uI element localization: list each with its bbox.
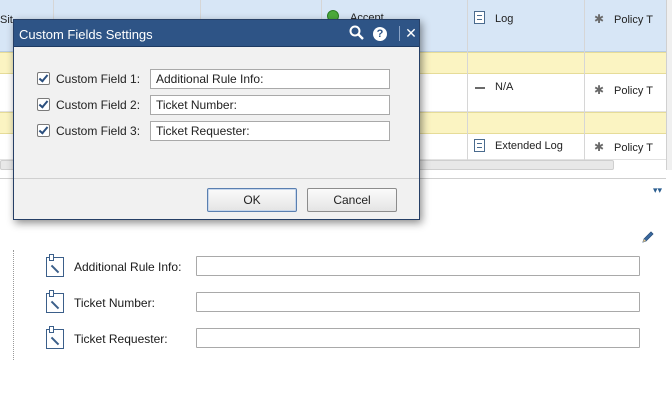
notepad-icon (46, 326, 64, 349)
check-icon (38, 98, 49, 109)
custom-field-1-label: Custom Field 1: (56, 72, 141, 86)
table-cell-installed-on: Policy T (614, 14, 653, 26)
custom-field-row: Additional Rule Info: (46, 254, 646, 280)
custom-field-row: Ticket Requester: (46, 326, 646, 352)
custom-field-setting-row: Custom Field 3: Ticket Requester: (37, 121, 397, 143)
check-icon (38, 72, 49, 83)
title-separator (399, 26, 400, 41)
table-cell-site: Sit (0, 14, 13, 26)
table-cell-installed-on: Policy T (614, 142, 653, 154)
tree-guide-line (13, 250, 14, 360)
search-icon[interactable] (348, 24, 366, 42)
custom-field-label: Ticket Requester: (74, 332, 168, 346)
ticket-number-input[interactable] (196, 292, 640, 312)
vertical-scrollbar[interactable] (666, 0, 672, 170)
additional-rule-info-input[interactable] (196, 256, 640, 276)
custom-field-2-label: Custom Field 2: (56, 98, 141, 112)
column-divider (584, 0, 585, 160)
collapse-icon[interactable]: ▾▾ (653, 185, 662, 196)
any-icon: ✱ (594, 12, 605, 26)
table-cell-installed-on: Policy T (614, 85, 653, 97)
custom-field-setting-row: Custom Field 2: Ticket Number: (37, 95, 397, 117)
custom-fields-pane: Additional Rule Info: Ticket Number: Tic… (0, 220, 666, 414)
column-divider (467, 0, 468, 160)
custom-field-3-input[interactable]: Ticket Requester: (150, 121, 390, 141)
custom-fields-settings-dialog: Custom Fields Settings ? ✕ Custom Field … (13, 19, 420, 220)
custom-field-2-input[interactable]: Ticket Number: (150, 95, 390, 115)
custom-field-setting-row: Custom Field 1: Additional Rule Info: (37, 69, 397, 91)
custom-field-row: Ticket Number: (46, 290, 646, 316)
table-cell-track: Log (495, 13, 514, 25)
custom-field-label: Additional Rule Info: (74, 260, 182, 274)
close-icon[interactable]: ✕ (402, 24, 420, 42)
any-icon: ✱ (594, 83, 605, 97)
table-cell-track: N/A (495, 81, 514, 93)
any-icon: ✱ (594, 140, 605, 154)
notepad-icon (46, 290, 64, 313)
custom-field-label: Ticket Number: (74, 296, 155, 310)
custom-field-1-checkbox[interactable] (37, 72, 50, 85)
log-icon (474, 11, 485, 24)
custom-field-3-label: Custom Field 3: (56, 124, 141, 138)
dialog-title: Custom Fields Settings (19, 27, 153, 42)
check-icon (38, 124, 49, 135)
custom-field-3-checkbox[interactable] (37, 124, 50, 137)
cancel-button[interactable]: Cancel (307, 188, 397, 212)
custom-field-1-input[interactable]: Additional Rule Info: (150, 69, 390, 89)
dialog-title-bar[interactable]: Custom Fields Settings ? ✕ (14, 20, 419, 47)
none-icon (475, 87, 485, 89)
help-button[interactable]: ? (371, 24, 389, 42)
pencil-icon[interactable] (641, 230, 655, 244)
ok-button[interactable]: OK (207, 188, 297, 212)
log-icon (474, 139, 485, 152)
table-cell-track: Extended Log (495, 140, 563, 152)
ticket-requester-input[interactable] (196, 328, 640, 348)
custom-field-2-checkbox[interactable] (37, 98, 50, 111)
help-icon: ? (373, 27, 387, 41)
notepad-icon (46, 254, 64, 277)
dialog-divider (14, 178, 419, 179)
